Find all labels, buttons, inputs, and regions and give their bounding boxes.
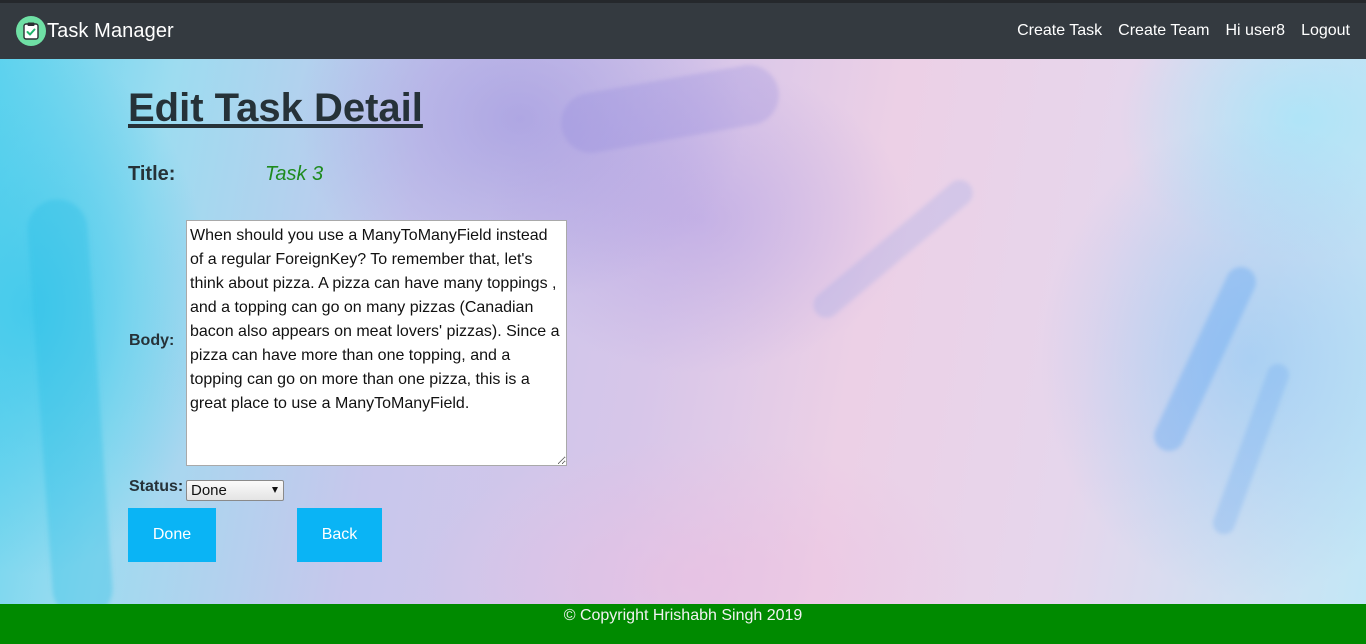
status-select[interactable]: Done [186, 480, 284, 501]
brush-stroke [1149, 262, 1261, 456]
brush-stroke [25, 197, 115, 621]
task-body-textarea[interactable]: When should you use a ManyToManyField in… [186, 220, 567, 466]
brand-name[interactable]: Task Manager [47, 20, 174, 43]
status-label: Status: [129, 478, 184, 495]
brush-stroke [1209, 360, 1293, 538]
create-team-link[interactable]: Create Team [1118, 22, 1209, 40]
logout-link[interactable]: Logout [1301, 22, 1350, 40]
status-selected-value: Done [191, 482, 227, 499]
brush-stroke [808, 174, 978, 324]
create-task-link[interactable]: Create Task [1017, 22, 1102, 40]
title-label: Title: [128, 163, 176, 185]
user-greeting-link[interactable]: Hi user8 [1225, 22, 1285, 40]
copyright-text: © Copyright Hrishabh Singh 2019 [563, 607, 803, 624]
dropdown-arrow-icon [272, 487, 278, 493]
brand[interactable]: Task Manager [16, 16, 174, 46]
title-row: Title: Task 3 [128, 163, 323, 186]
brush-stroke [556, 60, 784, 158]
clipboard-check-icon [16, 16, 46, 46]
page-title: Edit Task Detail [128, 86, 423, 130]
done-button[interactable]: Done [128, 508, 216, 562]
task-title-value: Task 3 [265, 163, 324, 185]
back-button[interactable]: Back [297, 508, 382, 562]
nav-links: Create Task Create Team Hi user8 Logout [1001, 22, 1350, 40]
footer: © Copyright Hrishabh Singh 2019 [0, 604, 1366, 644]
page-header: Edit Task Detail [128, 86, 423, 130]
top-navbar: Task Manager Create Task Create Team Hi … [0, 0, 1366, 59]
body-label: Body: [129, 332, 175, 349]
